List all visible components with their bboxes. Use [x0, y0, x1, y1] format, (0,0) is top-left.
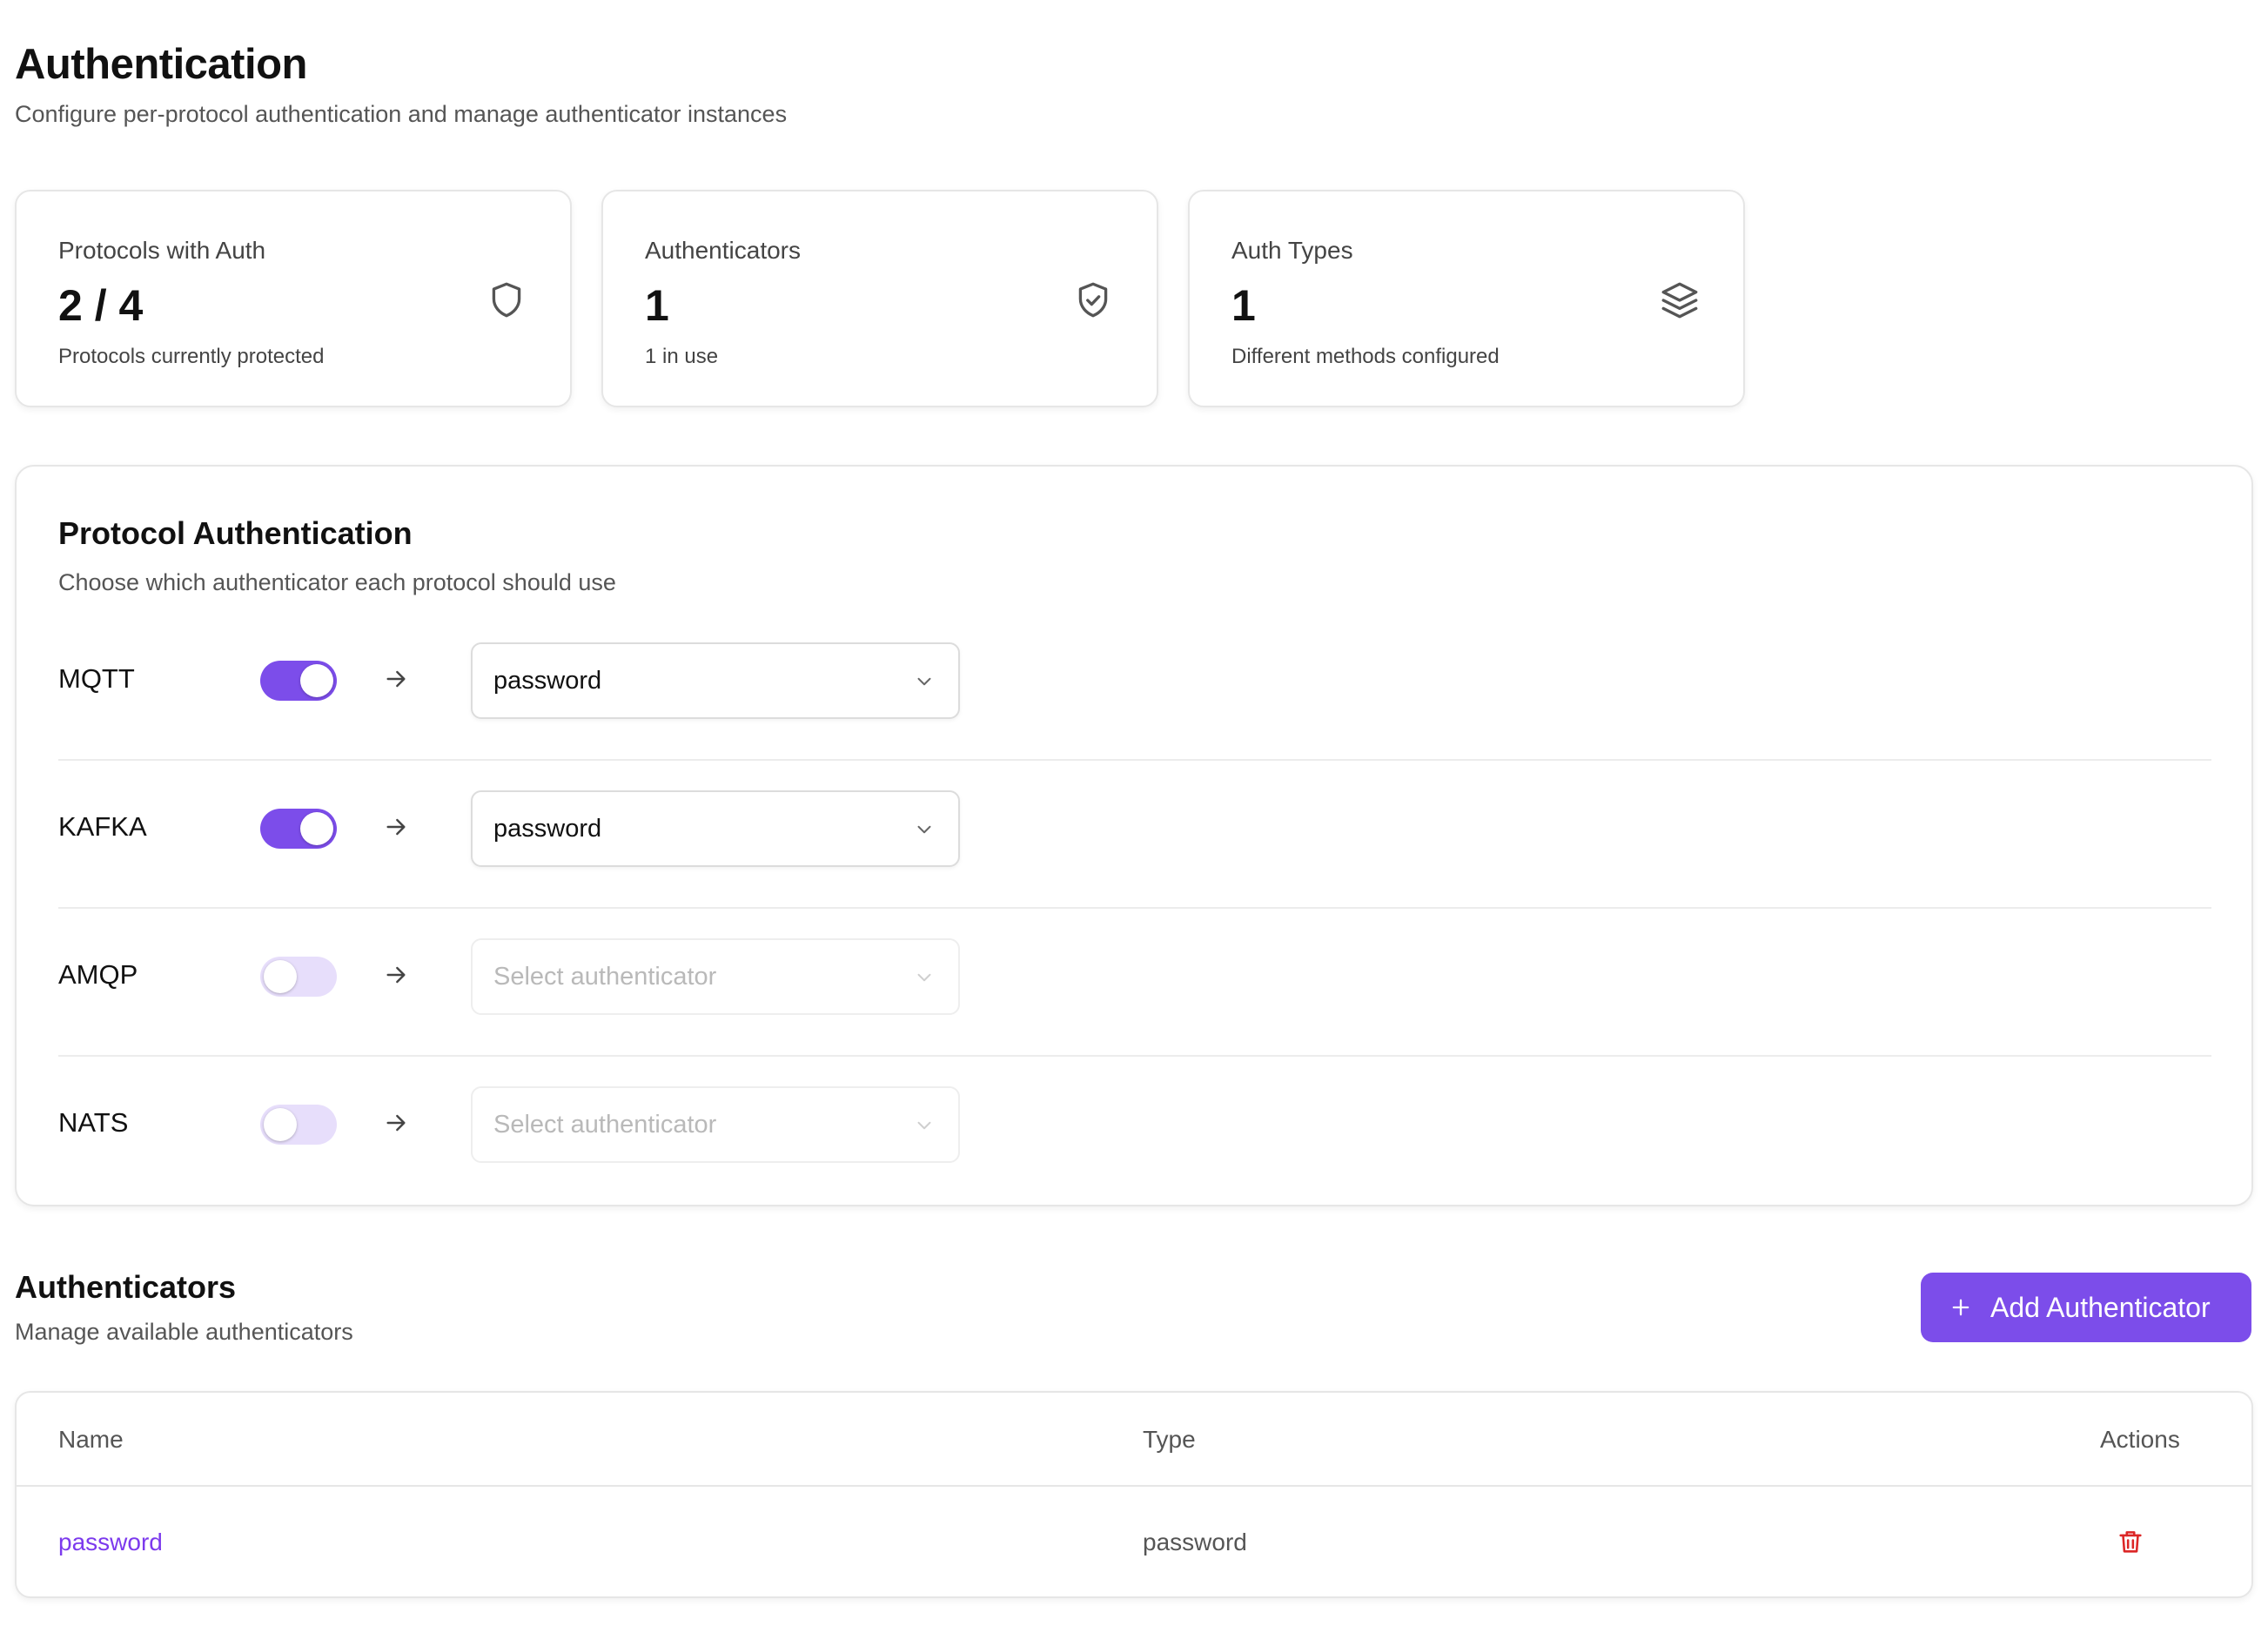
panel-title: Protocol Authentication	[58, 515, 413, 551]
shield-icon	[485, 279, 528, 322]
kafka-auth-toggle[interactable]	[260, 809, 337, 849]
page-subtitle: Configure per-protocol authentication an…	[15, 101, 788, 127]
stat-description: Protocols currently protected	[58, 345, 325, 368]
stat-label: Protocols with Auth	[58, 237, 266, 264]
protocol-row-mqtt: MQTT password	[58, 627, 2211, 761]
protocol-authentication-panel: Protocol Authentication Choose which aut…	[15, 465, 2253, 1206]
arrow-right-icon	[382, 1109, 410, 1137]
authenticator-name-link[interactable]: password	[58, 1529, 163, 1556]
stat-value: 1	[645, 281, 669, 330]
chevron-down-icon	[913, 670, 936, 693]
nats-auth-toggle[interactable]	[260, 1105, 337, 1145]
toggle-knob	[300, 664, 333, 697]
trash-icon[interactable]	[2116, 1527, 2145, 1556]
stat-card-auth-types: Auth Types 1 Different methods configure…	[1188, 190, 1745, 407]
stat-description: Different methods configured	[1231, 345, 1500, 368]
add-authenticator-button[interactable]: Add Authenticator	[1921, 1273, 2251, 1342]
stat-label: Authenticators	[645, 237, 801, 264]
authenticator-type: password	[1143, 1529, 1247, 1555]
column-header-type: Type	[1143, 1426, 1196, 1453]
shield-check-icon	[1071, 279, 1115, 322]
toggle-knob	[264, 960, 297, 993]
plus-icon	[1949, 1295, 1973, 1320]
protocol-row-nats: NATS Select authenticator	[58, 1071, 2211, 1175]
stat-value: 1	[1231, 281, 1256, 330]
protocol-row-amqp: AMQP Select authenticator	[58, 923, 2211, 1057]
authenticators-subtitle: Manage available authenticators	[15, 1319, 353, 1345]
kafka-authenticator-select[interactable]: password	[471, 790, 960, 867]
protocol-row-kafka: KAFKA password	[58, 775, 2211, 909]
protocol-name: AMQP	[58, 959, 138, 990]
protocol-name: MQTT	[58, 663, 135, 694]
arrow-right-icon	[382, 813, 410, 841]
select-value: password	[493, 667, 602, 695]
layers-icon	[1658, 279, 1701, 322]
arrow-right-icon	[382, 961, 410, 989]
amqp-authenticator-select[interactable]: Select authenticator	[471, 938, 960, 1015]
stat-description: 1 in use	[645, 345, 719, 368]
mqtt-auth-toggle[interactable]	[260, 661, 337, 701]
column-header-actions: Actions	[2100, 1426, 2180, 1453]
toggle-knob	[264, 1108, 297, 1141]
stat-card-authenticators: Authenticators 1 1 in use	[601, 190, 1158, 407]
select-placeholder: Select authenticator	[493, 963, 717, 991]
table-header: Name Type Actions	[17, 1393, 2251, 1487]
arrow-right-icon	[382, 665, 410, 693]
chevron-down-icon	[913, 1114, 936, 1137]
toggle-knob	[300, 812, 333, 845]
mqtt-authenticator-select[interactable]: password	[471, 642, 960, 719]
protocol-name: NATS	[58, 1107, 129, 1138]
authenticators-title: Authenticators	[15, 1269, 237, 1305]
chevron-down-icon	[913, 818, 936, 841]
stat-value: 2 / 4	[58, 281, 144, 330]
chevron-down-icon	[913, 966, 936, 989]
add-authenticator-label: Add Authenticator	[1990, 1292, 2211, 1323]
page-title: Authentication	[15, 41, 307, 88]
nats-authenticator-select[interactable]: Select authenticator	[471, 1086, 960, 1163]
select-placeholder: Select authenticator	[493, 1111, 717, 1139]
table-row: password password	[17, 1487, 2251, 1598]
select-value: password	[493, 815, 602, 843]
panel-subtitle: Choose which authenticator each protocol…	[58, 569, 616, 595]
stat-label: Auth Types	[1231, 237, 1353, 264]
amqp-auth-toggle[interactable]	[260, 957, 337, 997]
protocol-name: KAFKA	[58, 811, 147, 842]
stat-card-protocols: Protocols with Auth 2 / 4 Protocols curr…	[15, 190, 572, 407]
authenticators-table: Name Type Actions password password	[15, 1391, 2253, 1598]
column-header-name: Name	[58, 1426, 124, 1453]
